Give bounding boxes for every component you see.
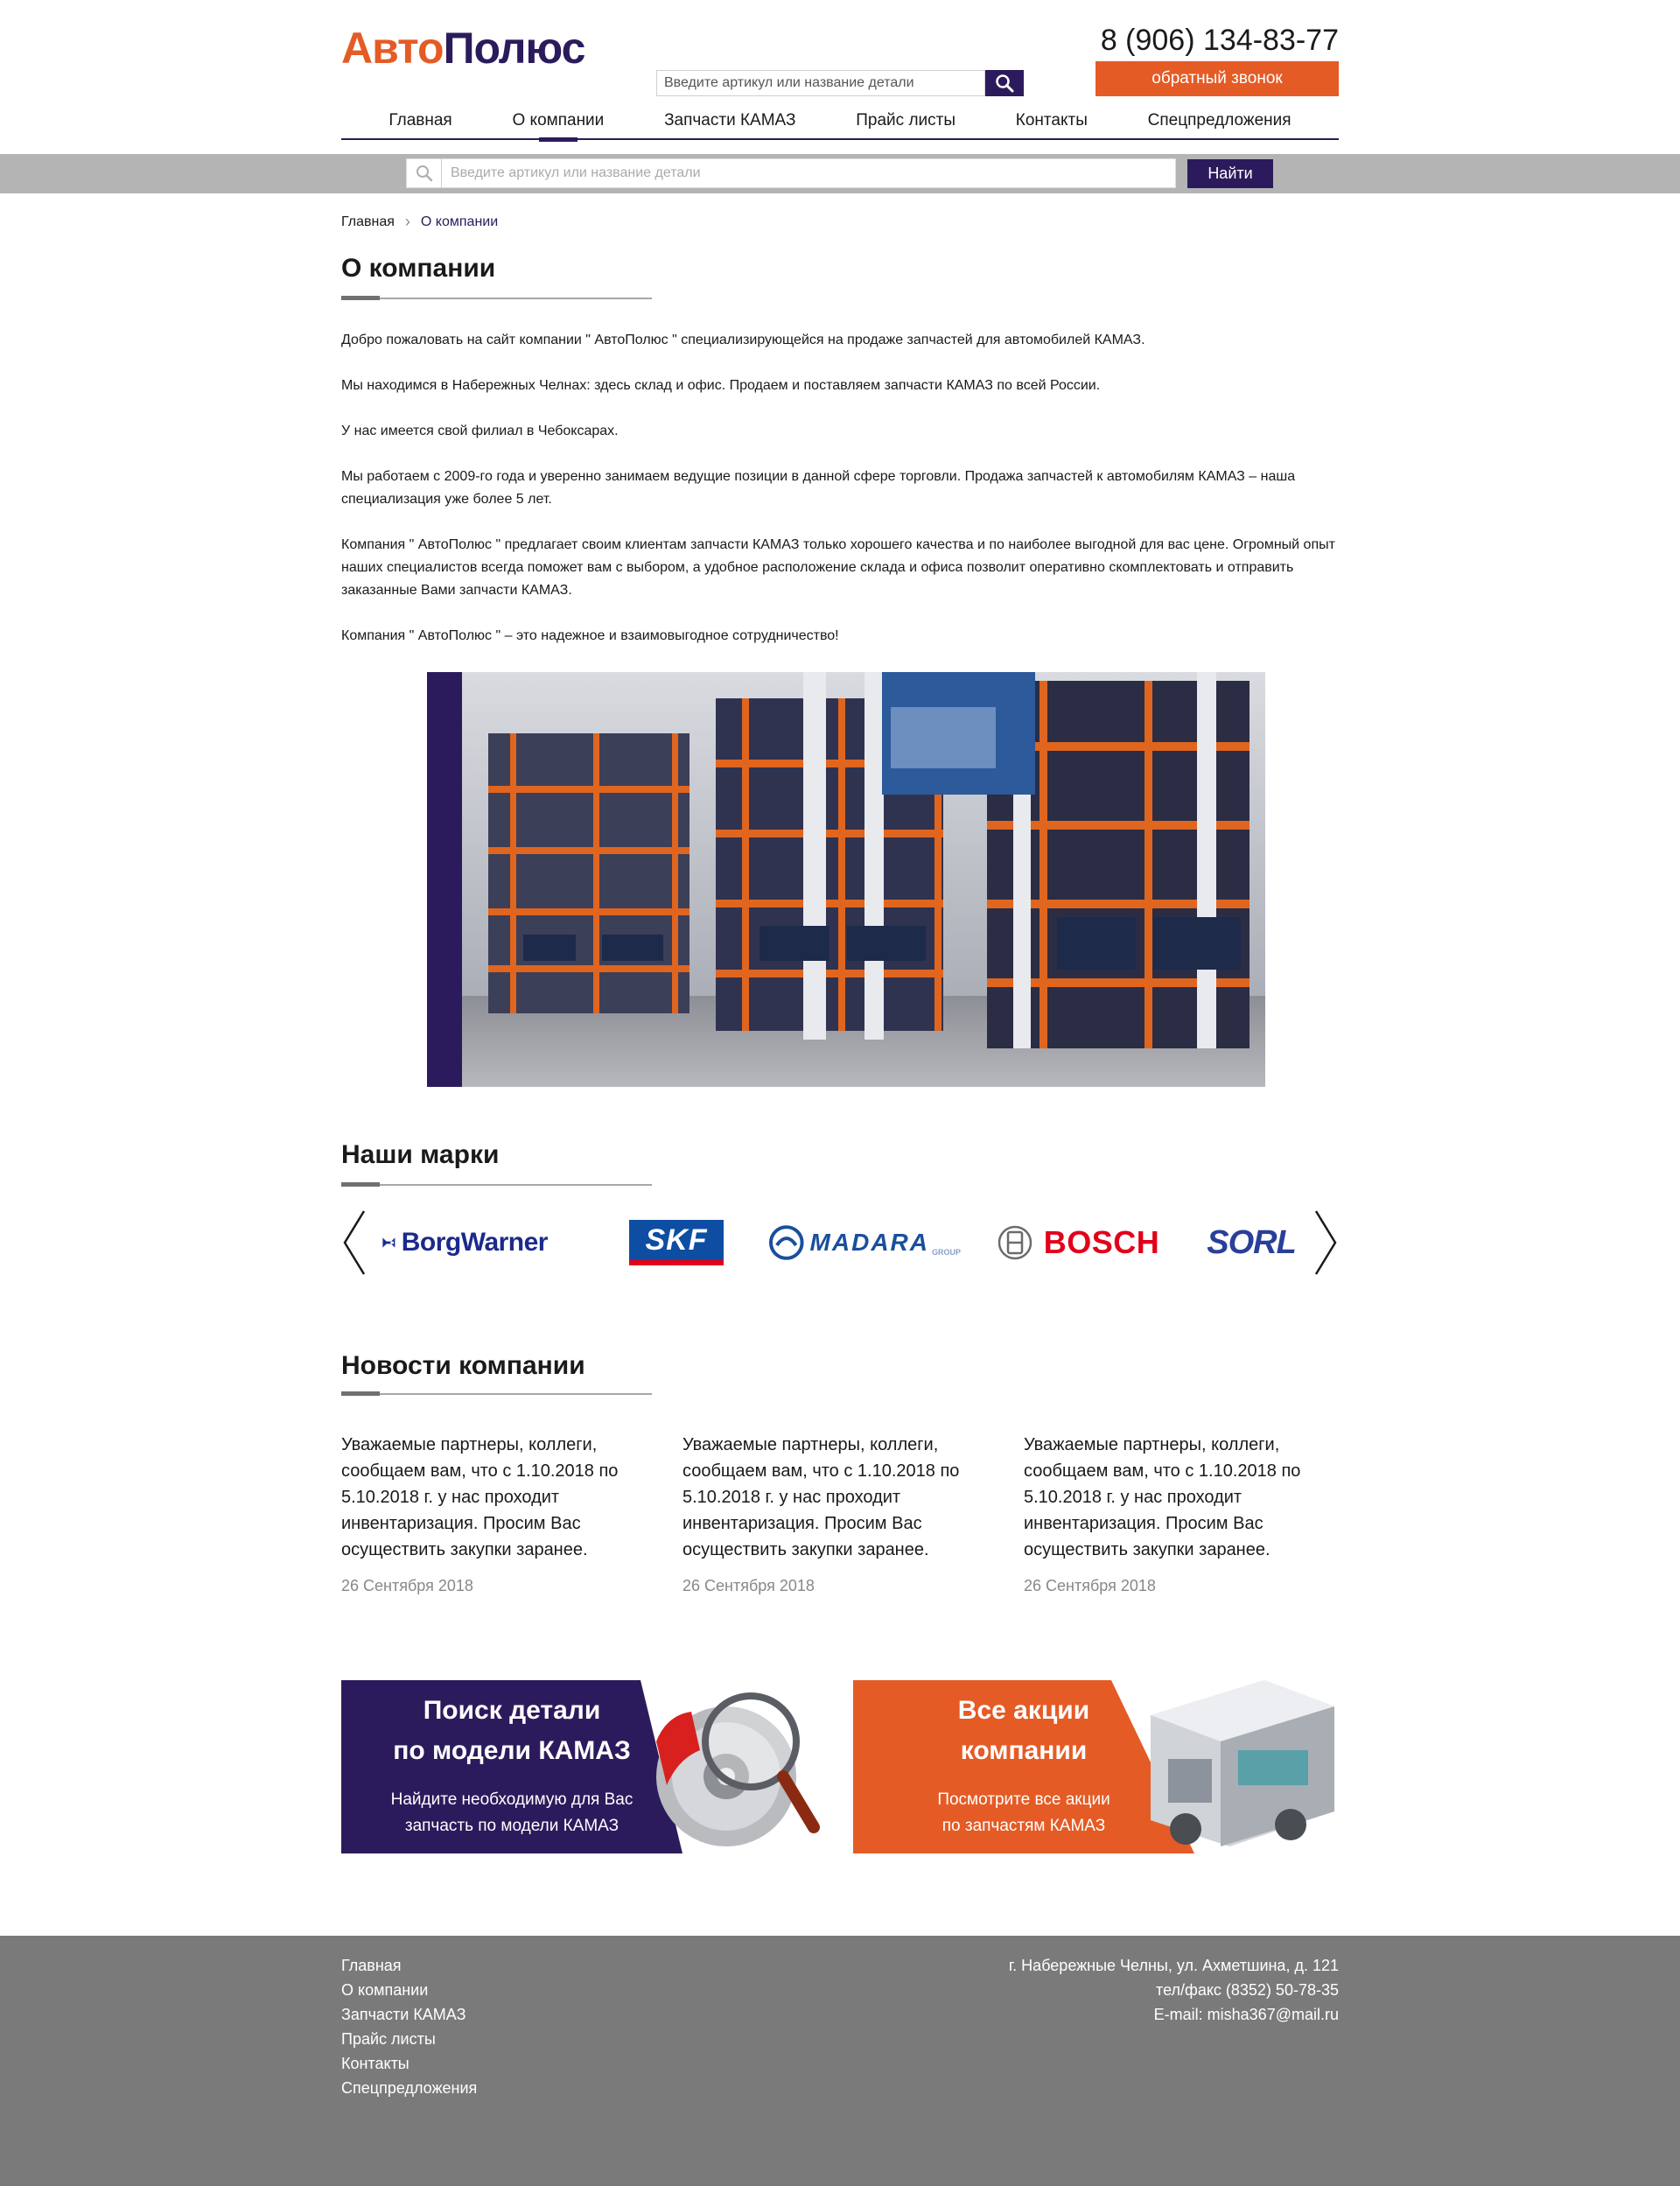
nav-item-contacts[interactable]: Контакты [1016, 103, 1088, 138]
news-date: 26 Сентября 2018 [1024, 1577, 1156, 1594]
carousel-prev-button[interactable] [341, 1208, 368, 1278]
brand-name: BOSCH [1043, 1224, 1160, 1260]
about-paragraph: У нас имеется свой филиал в Чебоксарах. [341, 424, 619, 438]
title-underline [341, 1182, 652, 1187]
nav-item-kamaz-parts[interactable]: Запчасти КАМАЗ [664, 103, 795, 138]
logo-part-auto: Авто [341, 24, 444, 73]
footer-phone[interactable]: тел/факс (8352) 50-78-35 [1009, 1978, 1339, 2002]
search-icon-wrap [407, 158, 442, 188]
news-item[interactable]: Уважаемые партнеры, коллеги, сообщаем ва… [682, 1432, 998, 1595]
nav-item-home[interactable]: Главная [388, 103, 452, 138]
news-item[interactable]: Уважаемые партнеры, коллеги, сообщаем ва… [341, 1432, 656, 1595]
news-date: 26 Сентября 2018 [682, 1577, 815, 1594]
banner-promo-title-1: Все акции [957, 1696, 1090, 1725]
header-search-button[interactable] [985, 70, 1024, 96]
header-search: Введите артикул или название детали [656, 70, 1024, 96]
footer-contacts: г. Набережные Челны, ул. Ахметшина, д. 1… [1009, 1953, 1339, 2027]
banner-search-sub-1: Найдите необходимую для Вас [390, 1790, 634, 1809]
about-paragraph: Добро пожаловать на сайт компании " Авто… [341, 333, 1145, 347]
chevron-right-icon [1314, 1210, 1337, 1275]
search-bar: Введите артикул или название детали Найт… [0, 154, 1680, 193]
footer-links: Главная О компании Запчасти КАМАЗ Прайс … [341, 1953, 477, 2100]
footer-address: г. Набережные Челны, ул. Ахметшина, д. 1… [1008, 1957, 1339, 1974]
news-title: Новости компании [341, 1351, 585, 1380]
search-placeholder: Введите артикул или название детали [451, 165, 701, 180]
banner-search-sub-2: запчасть по модели КАМАЗ [404, 1817, 620, 1835]
about-paragraph: Мы находимся в Набережных Челнах: здесь … [341, 378, 1101, 393]
footer-link-about[interactable]: О компании [341, 1978, 477, 2002]
banner-promo-sub-2: по запчастям КАМАЗ [942, 1817, 1106, 1835]
banner-promo-title-2: компании [960, 1736, 1088, 1765]
nav-item-about[interactable]: О компании [513, 103, 605, 138]
callback-button[interactable]: обратный звонок [1096, 61, 1339, 96]
search-icon [416, 165, 432, 182]
banner-search-title-1: Поиск детали [423, 1696, 601, 1725]
header-phone[interactable]: 8 (906) 134-83-77 [1096, 24, 1339, 58]
about-text: Добро пожаловать на сайт компании " Авто… [341, 329, 1339, 670]
header-search-input[interactable]: Введите артикул или название детали [656, 70, 985, 96]
banner-search-text: Поиск детали по модели КАМАЗ Найдите нео… [341, 1680, 682, 1853]
banner-search-by-model[interactable]: Поиск детали по модели КАМАЗ Найдите нео… [341, 1680, 827, 1853]
brands-title: Наши марки [341, 1140, 500, 1169]
carousel-next-button[interactable] [1312, 1208, 1339, 1278]
banner-promo-text: Все акции компании Посмотрите все акции … [853, 1680, 1194, 1853]
title-underline [341, 1391, 652, 1396]
banner-promo-sub-1: Посмотрите все акции [937, 1790, 1110, 1809]
warehouse-photo [427, 672, 1265, 1087]
logo-part-polus: Полюс [443, 24, 586, 73]
footer-link-price-lists[interactable]: Прайс листы [341, 2027, 477, 2051]
nav-item-special-offers[interactable]: Спецпредложения [1148, 103, 1292, 138]
brand-logo-borgwarner[interactable]: BorgWarner [382, 1218, 549, 1267]
skf-badge: SKF [629, 1220, 724, 1265]
site-footer: Главная О компании Запчасти КАМАЗ Прайс … [0, 1936, 1680, 2186]
search-icon [996, 74, 1014, 93]
about-paragraph: Мы работаем с 2009-го года и уверенно за… [341, 469, 1296, 507]
banner-all-promotions[interactable]: Все акции компании Посмотрите все акции … [853, 1680, 1339, 1853]
footer-link-contacts[interactable]: Контакты [341, 2051, 477, 2076]
brand-suffix: GROUP [931, 1248, 961, 1257]
footer-link-special-offers[interactable]: Спецпредложения [341, 2076, 477, 2100]
news-date: 26 Сентября 2018 [341, 1577, 473, 1594]
chevron-left-icon [343, 1210, 366, 1275]
search-submit-button[interactable]: Найти [1187, 159, 1273, 188]
brand-name: BorgWarner [401, 1228, 549, 1257]
breadcrumb: Главная › О компании [341, 213, 498, 231]
photo-accent-bar [427, 672, 462, 1087]
main-nav: Главная О компании Запчасти КАМАЗ Прайс … [341, 103, 1339, 140]
title-underline [341, 296, 652, 300]
news-item[interactable]: Уважаемые партнеры, коллеги, сообщаем ва… [1024, 1432, 1339, 1595]
brand-logo-sorl[interactable]: SORL [1199, 1218, 1304, 1267]
footer-link-kamaz-parts[interactable]: Запчасти КАМАЗ [341, 2002, 477, 2027]
brand-logo-bosch[interactable]: BOSCH [990, 1218, 1166, 1267]
brand-name: SORL [1207, 1223, 1297, 1261]
breadcrumb-home-link[interactable]: Главная [341, 214, 395, 230]
news-text: Уважаемые партнеры, коллеги, сообщаем ва… [682, 1435, 960, 1559]
search-input[interactable]: Введите артикул или название детали [406, 158, 1176, 188]
chevron-right-icon: › [404, 213, 410, 230]
breadcrumb-current: О компании [420, 214, 499, 229]
footer-email[interactable]: E-mail: misha367@mail.ru [1009, 2002, 1339, 2027]
brand-name: MADARA [809, 1229, 929, 1256]
madara-emblem-icon [768, 1225, 804, 1260]
banner-search-title-2: по модели КАМАЗ [393, 1736, 631, 1765]
brand-logo-skf[interactable]: SKF [628, 1218, 724, 1267]
footer-link-home[interactable]: Главная [341, 1953, 477, 1978]
news-text: Уважаемые партнеры, коллеги, сообщаем ва… [1024, 1435, 1301, 1559]
news-text: Уважаемые партнеры, коллеги, сообщаем ва… [341, 1435, 619, 1559]
page-title: О компании [341, 254, 496, 283]
brands-carousel: BorgWarner SKF MADARA GROUP BOSCH SORL [341, 1208, 1339, 1278]
about-paragraph: Компания " АвтоПолюс " предлагает своим … [341, 537, 1335, 598]
borgwarner-emblem-icon [382, 1237, 396, 1248]
about-paragraph: Компания " АвтоПолюс " – это надежное и … [341, 628, 839, 643]
brand-logo-madara[interactable]: MADARA GROUP [768, 1218, 961, 1267]
brand-name: SKF [645, 1223, 708, 1257]
warehouse-illustration [427, 672, 1265, 1087]
site-logo[interactable]: АвтоПолюс [341, 23, 586, 74]
bosch-armature-icon [998, 1225, 1032, 1260]
nav-item-price-lists[interactable]: Прайс листы [856, 103, 956, 138]
